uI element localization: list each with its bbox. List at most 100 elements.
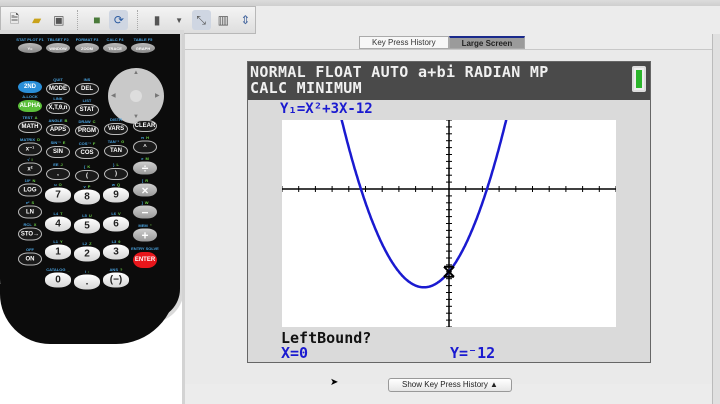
key-secondary-label: L4 T xyxy=(53,210,63,216)
new-document-icon[interactable]: 🗎 xyxy=(5,10,24,30)
key-graph[interactable]: GRAPH xyxy=(131,43,155,53)
key-4[interactable]: 4 xyxy=(45,216,71,232)
key-3[interactable]: 3 xyxy=(103,244,129,260)
key-secondary-label: A-LOCK xyxy=(22,94,38,99)
key-2[interactable]: 2 xyxy=(74,246,100,262)
key-stat[interactable]: STAT xyxy=(75,104,99,116)
key-secondary-label: ENTRY SOLVE xyxy=(131,246,159,251)
key-secondary-label: wQ xyxy=(111,181,121,187)
key-sin[interactable]: SIN xyxy=(46,146,70,158)
expand-icon[interactable]: ⇕ xyxy=(236,10,255,30)
key-apps[interactable]: APPS xyxy=(46,124,70,136)
key-[interactable]: . xyxy=(74,274,100,290)
key-prgm[interactable]: PRGM xyxy=(75,125,99,137)
key-secondary-label: πH xyxy=(141,134,149,140)
key-secondary-label: DISTR xyxy=(110,117,122,122)
key-ln[interactable]: LN xyxy=(18,205,42,219)
key-2nd[interactable]: 2ND xyxy=(18,81,42,93)
key-secondary-label: i: xyxy=(84,268,90,274)
key-trace[interactable]: TRACE xyxy=(103,43,127,53)
key-secondary-label: TEST A xyxy=(22,115,38,120)
arrow-down-icon[interactable]: ▼ xyxy=(133,114,139,120)
screenshot-icon[interactable]: ▣ xyxy=(49,10,68,30)
arrow-right-icon[interactable]: ▶ xyxy=(155,92,160,99)
3d-cube-icon[interactable]: ■ xyxy=(87,10,106,30)
key-window[interactable]: WINDOW xyxy=(46,43,70,53)
key-log[interactable]: LOG xyxy=(18,183,42,197)
key-y[interactable]: Y= xyxy=(18,43,42,53)
key-0[interactable]: 0 xyxy=(45,272,71,288)
key-[interactable]: ( xyxy=(75,170,99,182)
main-panel: Key Press History Large Screen NORMAL FL… xyxy=(185,34,712,404)
x-readout: X=0 xyxy=(281,344,309,362)
key-secondary-label: 10ˣ N xyxy=(24,177,36,183)
key-7[interactable]: 7 xyxy=(45,187,71,203)
key-secondary-label: L6 V xyxy=(111,210,121,216)
key-secondary-label: RCL X xyxy=(23,221,37,227)
battery-icon xyxy=(632,66,646,92)
dropdown-icon[interactable]: ▼ xyxy=(170,10,189,30)
tab-large-screen[interactable]: Large Screen xyxy=(448,36,526,49)
key-5[interactable]: 5 xyxy=(74,218,100,234)
key-secondary-label: L3 θ xyxy=(111,238,121,244)
tab-key-press-history[interactable]: Key Press History xyxy=(359,36,449,49)
key-secondary-label: TABLE F5 xyxy=(133,37,153,42)
key-secondary-label: {K xyxy=(83,164,91,169)
key-secondary-label: EE J xyxy=(53,162,63,167)
key-secondary-label: INS xyxy=(83,77,91,82)
key-secondary-label: FORMAT F3 xyxy=(75,37,99,42)
function-label: Y₁=X²+3X-12 xyxy=(280,101,373,117)
key-[interactable]: , xyxy=(46,168,70,180)
arrow-pad[interactable]: ▲ ▼ ◀ ▶ xyxy=(108,68,164,124)
key-secondary-label: ANGLE B xyxy=(48,118,68,123)
key-secondary-label: MEM " xyxy=(138,222,152,228)
key-[interactable]: (−) xyxy=(103,272,129,288)
key-secondary-label: MATRIX D xyxy=(20,136,40,142)
key-[interactable]: ^ xyxy=(133,140,157,154)
key-on[interactable]: ON xyxy=(18,252,42,266)
key-math[interactable]: MATH xyxy=(18,121,42,133)
calculator-body-lower xyxy=(0,284,176,344)
key-secondary-label: SIN⁻¹ E xyxy=(50,140,66,145)
calculator-view-icon[interactable]: ▥ xyxy=(214,10,233,30)
scrollbar[interactable] xyxy=(712,34,720,404)
key-x-t-n[interactable]: X,T,θ,n xyxy=(46,102,70,114)
key-zoom[interactable]: ZOOM xyxy=(75,43,99,53)
key-enter[interactable]: ENTER xyxy=(133,252,157,268)
refresh-icon[interactable]: ⟳ xyxy=(109,10,129,30)
key-secondary-label: DRAW C xyxy=(78,119,96,124)
resize-icon[interactable]: ⤡ xyxy=(191,10,211,30)
key-6[interactable]: 6 xyxy=(103,216,129,232)
key-del[interactable]: DEL xyxy=(75,83,99,95)
calculator-select-icon[interactable]: ▮ xyxy=(147,10,166,30)
key-clear[interactable]: CLEAR xyxy=(133,120,157,132)
key-x[interactable]: x⁻¹ xyxy=(18,142,42,156)
key-8[interactable]: 8 xyxy=(74,189,100,205)
key-secondary-label: uO xyxy=(54,181,62,187)
key-cos[interactable]: COS xyxy=(75,147,99,159)
open-folder-icon[interactable]: ▰ xyxy=(27,10,46,30)
key-secondary-label: STAT PLOT F1 xyxy=(16,37,44,42)
show-key-press-history-button[interactable]: Show Key Press History ▲ xyxy=(388,378,512,392)
status-context-line: CALC MINIMUM xyxy=(250,79,362,97)
key-secondary-label: COS⁻¹ F xyxy=(78,141,96,146)
arrow-left-icon[interactable]: ◀ xyxy=(111,92,116,99)
arrow-up-icon[interactable]: ▲ xyxy=(133,70,139,76)
mouse-cursor-icon: ➤ xyxy=(330,377,339,388)
key-[interactable]: ) xyxy=(104,168,128,180)
toolbar: 🗎 ▰ ▣ ■ ⟳ ▮ ▼ ⤡ ▥ ⇕ xyxy=(0,6,256,34)
key-x[interactable]: x² xyxy=(18,162,42,176)
key-1[interactable]: 1 xyxy=(45,244,71,260)
key-[interactable]: ÷ xyxy=(133,161,157,175)
key-tan[interactable]: TAN xyxy=(104,145,128,157)
key-sto[interactable]: STO→ xyxy=(18,227,42,241)
key-[interactable]: + xyxy=(133,228,157,242)
key-vars[interactable]: VARS xyxy=(104,123,128,135)
key-secondary-label: vP xyxy=(83,183,91,189)
key-secondary-label: √ I xyxy=(27,156,33,162)
key-alpha[interactable]: ALPHA xyxy=(18,100,42,112)
key-mode[interactable]: MODE xyxy=(46,83,70,95)
key-9[interactable]: 9 xyxy=(103,187,129,203)
key-[interactable]: × xyxy=(133,183,157,197)
key-[interactable]: − xyxy=(133,205,157,219)
